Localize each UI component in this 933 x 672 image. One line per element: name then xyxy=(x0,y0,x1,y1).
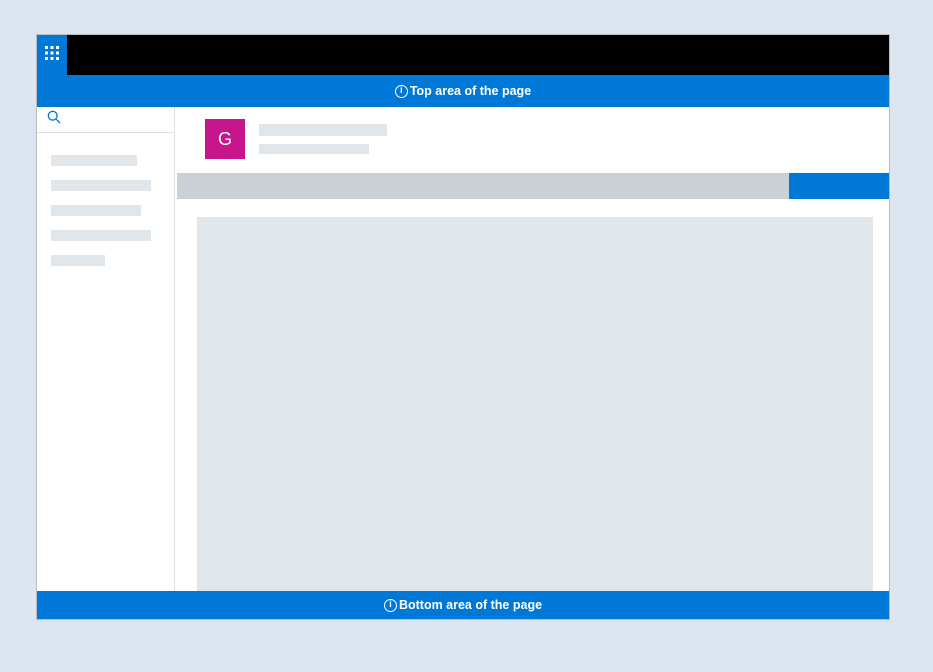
profile-name-placeholder xyxy=(259,124,387,136)
body: G xyxy=(37,107,889,591)
bottom-callout-bar: i Bottom area of the page xyxy=(37,591,889,619)
main: G xyxy=(175,107,889,591)
info-icon: i xyxy=(395,85,408,98)
title-bar xyxy=(37,35,889,75)
info-icon: i xyxy=(384,599,397,612)
primary-action-button[interactable] xyxy=(789,173,889,199)
profile-row: G xyxy=(175,107,889,173)
nav-item[interactable] xyxy=(51,255,105,266)
app-launcher-button[interactable] xyxy=(37,35,67,75)
nav-item[interactable] xyxy=(51,180,151,191)
profile-subtext-placeholder xyxy=(259,144,369,154)
nav-items xyxy=(37,133,174,266)
content-pane xyxy=(197,217,873,591)
app-title xyxy=(67,35,889,75)
search-row[interactable] xyxy=(37,107,174,133)
avatar[interactable]: G xyxy=(205,119,245,159)
content-pane-wrap xyxy=(175,199,889,591)
search-icon xyxy=(47,110,61,129)
app-frame: i Top area of the page xyxy=(36,34,890,620)
left-rail xyxy=(37,107,175,591)
nav-item[interactable] xyxy=(51,230,151,241)
nav-item[interactable] xyxy=(51,155,137,166)
profile-text xyxy=(259,124,387,154)
bottom-callout-label: Bottom area of the page xyxy=(399,598,542,612)
top-callout-bar: i Top area of the page xyxy=(37,75,889,107)
tab-strip xyxy=(177,173,889,199)
top-callout-label: Top area of the page xyxy=(410,84,531,98)
waffle-icon xyxy=(45,46,59,65)
tab-strip-area[interactable] xyxy=(177,173,789,199)
nav-item[interactable] xyxy=(51,205,141,216)
